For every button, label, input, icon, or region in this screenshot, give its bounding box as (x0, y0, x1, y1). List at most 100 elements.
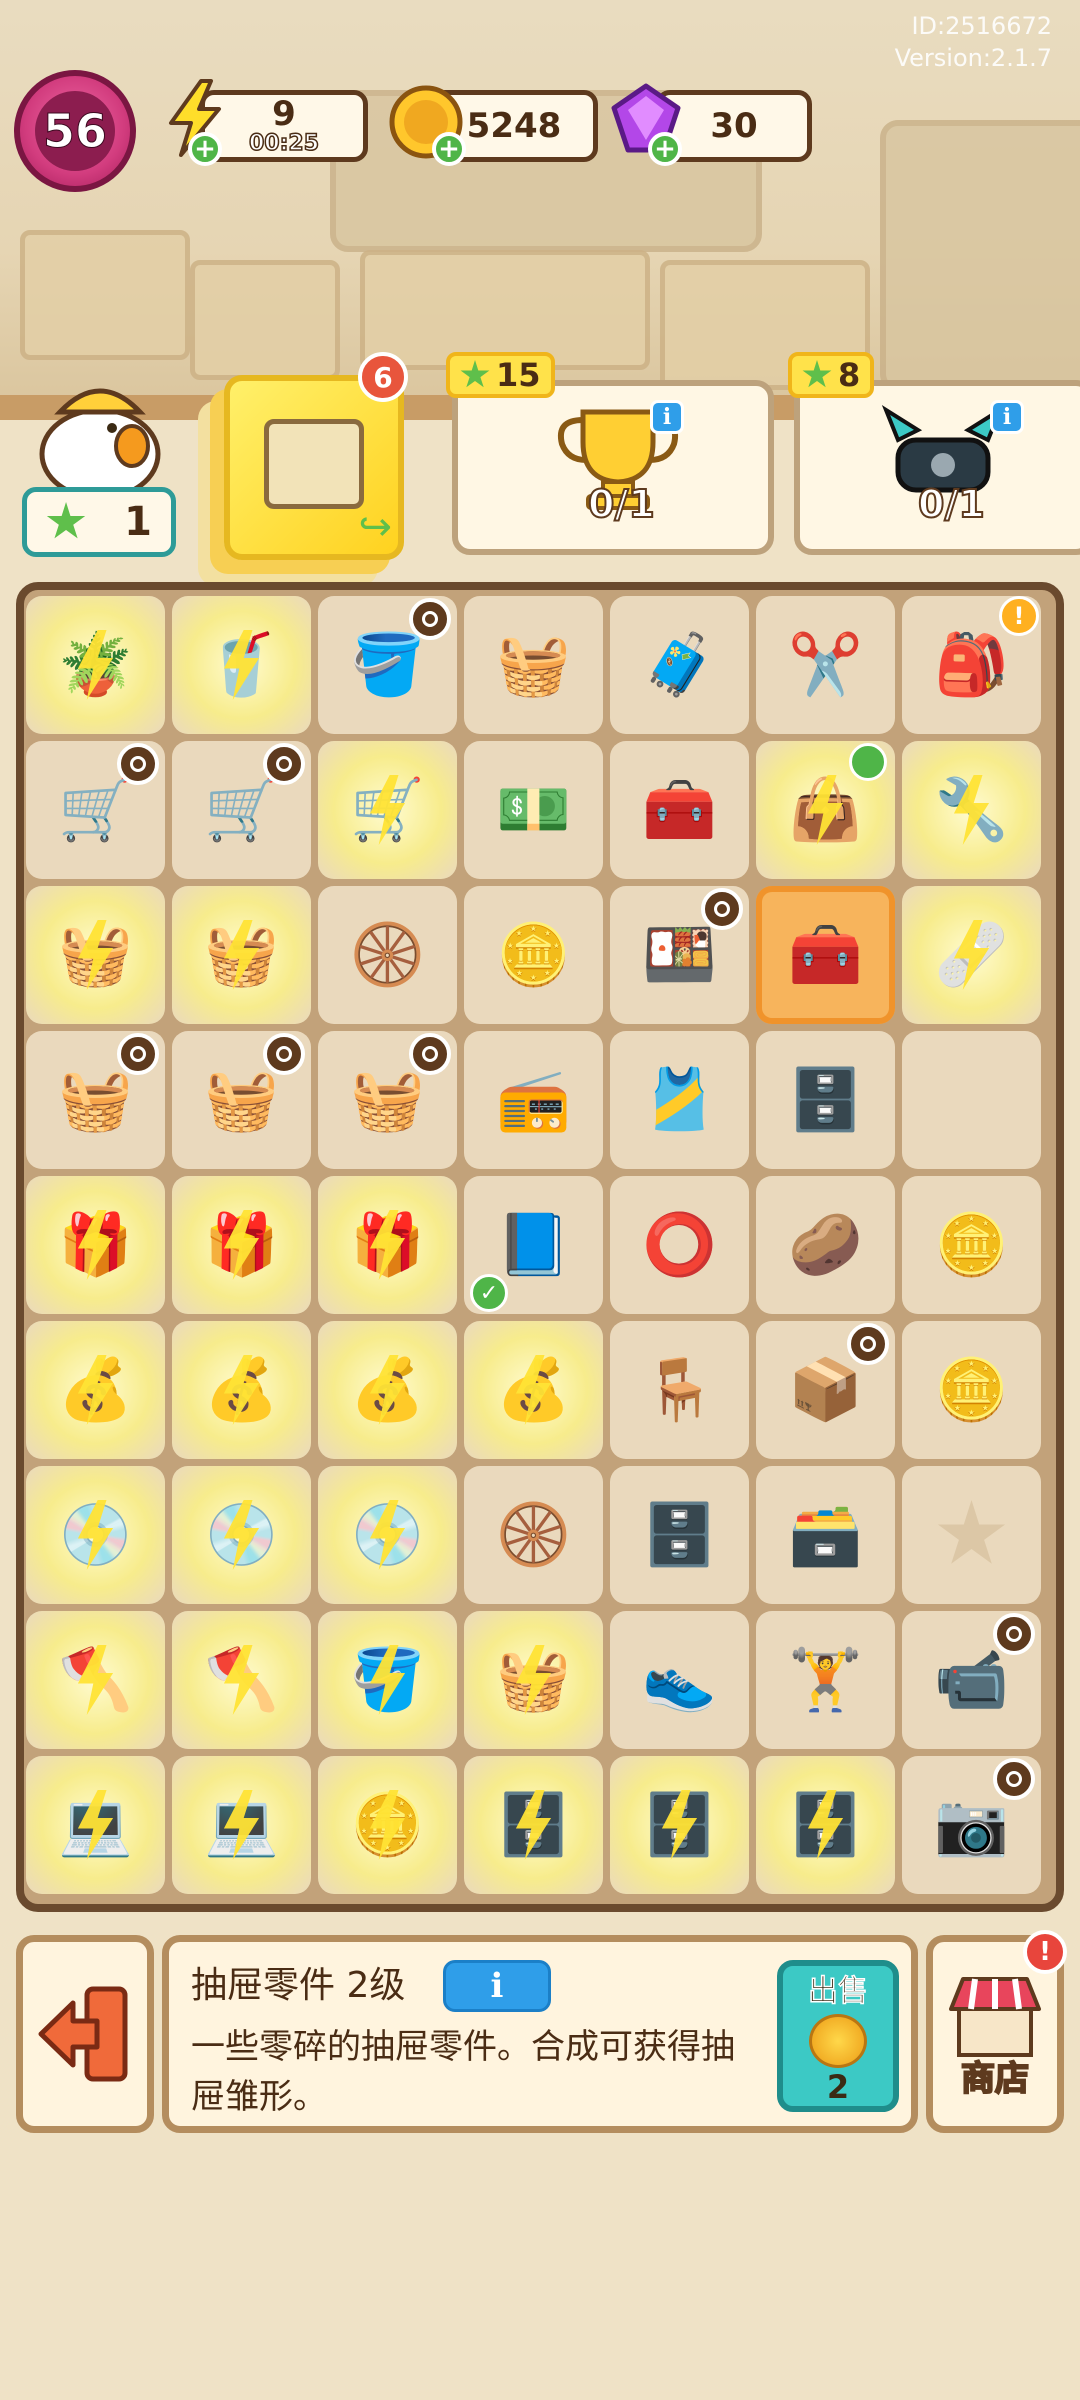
board-cell[interactable]: 🎽 (610, 1031, 749, 1169)
star-icon (460, 360, 490, 388)
board-cell[interactable]: 🪙 (902, 1176, 1041, 1314)
robot-quest-card[interactable]: 0/1 (794, 380, 1080, 555)
board-cell[interactable]: 🩹 (902, 886, 1041, 1024)
trophy-reward-value: 15 (496, 356, 541, 394)
board-cell[interactable]: 🗄️ (756, 1031, 895, 1169)
board-cell[interactable]: 🔧 (902, 741, 1041, 879)
board-cell[interactable]: 🪣 (318, 596, 457, 734)
board-cell[interactable]: 🎁 (26, 1176, 165, 1314)
board-cell[interactable]: 💰 (464, 1321, 603, 1459)
coin-plus-icon[interactable]: + (432, 132, 466, 166)
board-cell[interactable]: 💰 (172, 1321, 311, 1459)
board-cell[interactable]: 🧺 (464, 1611, 603, 1749)
level-number: 56 (35, 91, 115, 171)
board-cell[interactable]: 🛞 (318, 886, 457, 1024)
board-cell[interactable]: 📦 (756, 1321, 895, 1459)
merge-item-icon: 🥔 (788, 1210, 863, 1280)
timer-clock-icon (263, 1033, 305, 1075)
merge-item-icon: 🛞 (496, 1500, 571, 1570)
board-cell[interactable]: 👟 (610, 1611, 749, 1749)
sell-button[interactable]: 出售 2 (777, 1960, 899, 2112)
version-text: Version:2.1.7 (894, 44, 1052, 72)
trophy-quest-card[interactable]: 0/1 (452, 380, 774, 555)
timer-clock-icon (117, 743, 159, 785)
board-cell[interactable] (902, 1466, 1041, 1604)
trophy-reward-tag: 15 (446, 352, 555, 398)
timer-clock-icon (701, 888, 743, 930)
board-cell[interactable]: 🥤 (172, 596, 311, 734)
toolbox-icon (264, 419, 364, 509)
board-cell[interactable]: 🗄️ (464, 1756, 603, 1894)
board-cell[interactable]: 🪴 (26, 596, 165, 734)
background-box (190, 260, 340, 380)
energy-plus-icon[interactable]: + (188, 132, 222, 166)
board-cell[interactable]: 🪣 (318, 1611, 457, 1749)
board-cell[interactable]: 💰 (26, 1321, 165, 1459)
gem-plus-icon[interactable]: + (648, 132, 682, 166)
board-cell[interactable]: 📘 ✓ (464, 1176, 603, 1314)
board-cell[interactable]: 💿 (26, 1466, 165, 1604)
board-cell[interactable]: 🧺 (26, 886, 165, 1024)
board-cell[interactable]: 🪙 (464, 886, 603, 1024)
star-icon (802, 360, 832, 388)
board-cell[interactable]: 🧰 (610, 741, 749, 879)
board-cell[interactable]: 🪓 (26, 1611, 165, 1749)
timer-clock-icon (993, 1613, 1035, 1655)
board-cell[interactable] (902, 1031, 1041, 1169)
board-cell[interactable]: ✂️ (756, 596, 895, 734)
active-quest-card[interactable]: ↪ (224, 375, 404, 560)
lock-icon (849, 743, 887, 781)
board-cell[interactable]: ⭕ (610, 1176, 749, 1314)
board-cell[interactable]: 📻 (464, 1031, 603, 1169)
board-cell[interactable]: 🎁 (172, 1176, 311, 1314)
shop-label: 商店 (960, 2058, 1030, 2100)
board-cell[interactable]: 💰 (318, 1321, 457, 1459)
board-cell[interactable]: 🧳 (610, 596, 749, 734)
merge-item-icon: 🗃️ (788, 1500, 863, 1570)
board-cell[interactable]: 💿 (172, 1466, 311, 1604)
level-badge[interactable]: 56 (14, 70, 136, 192)
shop-button[interactable]: 商店 ! (926, 1930, 1067, 2133)
board-cell[interactable]: 🍱 (610, 886, 749, 1024)
trophy-info-icon[interactable]: i (650, 400, 684, 434)
board-cell[interactable]: 💿 (318, 1466, 457, 1604)
board-cell[interactable]: 🗃️ (756, 1466, 895, 1604)
board-cell[interactable]: 💵 (464, 741, 603, 879)
board-cell[interactable]: 🪙 (318, 1756, 457, 1894)
merge-item-icon: 🗄️ (788, 1065, 863, 1135)
item-info-button[interactable]: i (443, 1960, 551, 2012)
player-id: ID:2516672 (911, 12, 1052, 40)
board-cell[interactable]: 📹 (902, 1611, 1041, 1749)
board-cell[interactable]: 🛞 (464, 1466, 603, 1604)
board-cell[interactable]: 📷 (902, 1756, 1041, 1894)
robot-info-icon[interactable]: i (990, 400, 1024, 434)
board-cell[interactable]: 🧺 (464, 596, 603, 734)
board-cell[interactable]: 🧰 (756, 886, 895, 1024)
board-cell[interactable]: 🗄️ (610, 1466, 749, 1604)
board-cell[interactable]: 🛒 (318, 741, 457, 879)
board-cell[interactable]: 🛒 (26, 741, 165, 879)
board-cell[interactable]: 🧺 (318, 1031, 457, 1169)
board-cell[interactable]: 🥔 (756, 1176, 895, 1314)
board-cell[interactable]: 🗄️ (756, 1756, 895, 1894)
board-cell[interactable]: 🛒 (172, 741, 311, 879)
merge-item-icon: 🪙 (934, 1210, 1009, 1280)
merge-item-icon: 📻 (496, 1065, 571, 1135)
merge-item-icon: 🎽 (642, 1065, 717, 1135)
board-cell[interactable]: 🗄️ (610, 1756, 749, 1894)
board-cell[interactable]: 🧺 (172, 1031, 311, 1169)
board-cell[interactable]: 🧺 (172, 886, 311, 1024)
merge-item-icon: ✂️ (788, 630, 863, 700)
board-cell[interactable]: 🧺 (26, 1031, 165, 1169)
board-cell[interactable]: 🪑 (610, 1321, 749, 1459)
exit-button[interactable] (16, 1935, 154, 2133)
board-cell[interactable]: 💻 (26, 1756, 165, 1894)
board-cell[interactable]: 👜 (756, 741, 895, 879)
board-cell[interactable]: 🏋️ (756, 1611, 895, 1749)
board-cell[interactable]: 🎒! (902, 596, 1041, 734)
merge-item-icon: 👟 (642, 1645, 717, 1715)
board-cell[interactable]: 🎁 (318, 1176, 457, 1314)
board-cell[interactable]: 🪓 (172, 1611, 311, 1749)
board-cell[interactable]: 🪙 (902, 1321, 1041, 1459)
board-cell[interactable]: 💻 (172, 1756, 311, 1894)
